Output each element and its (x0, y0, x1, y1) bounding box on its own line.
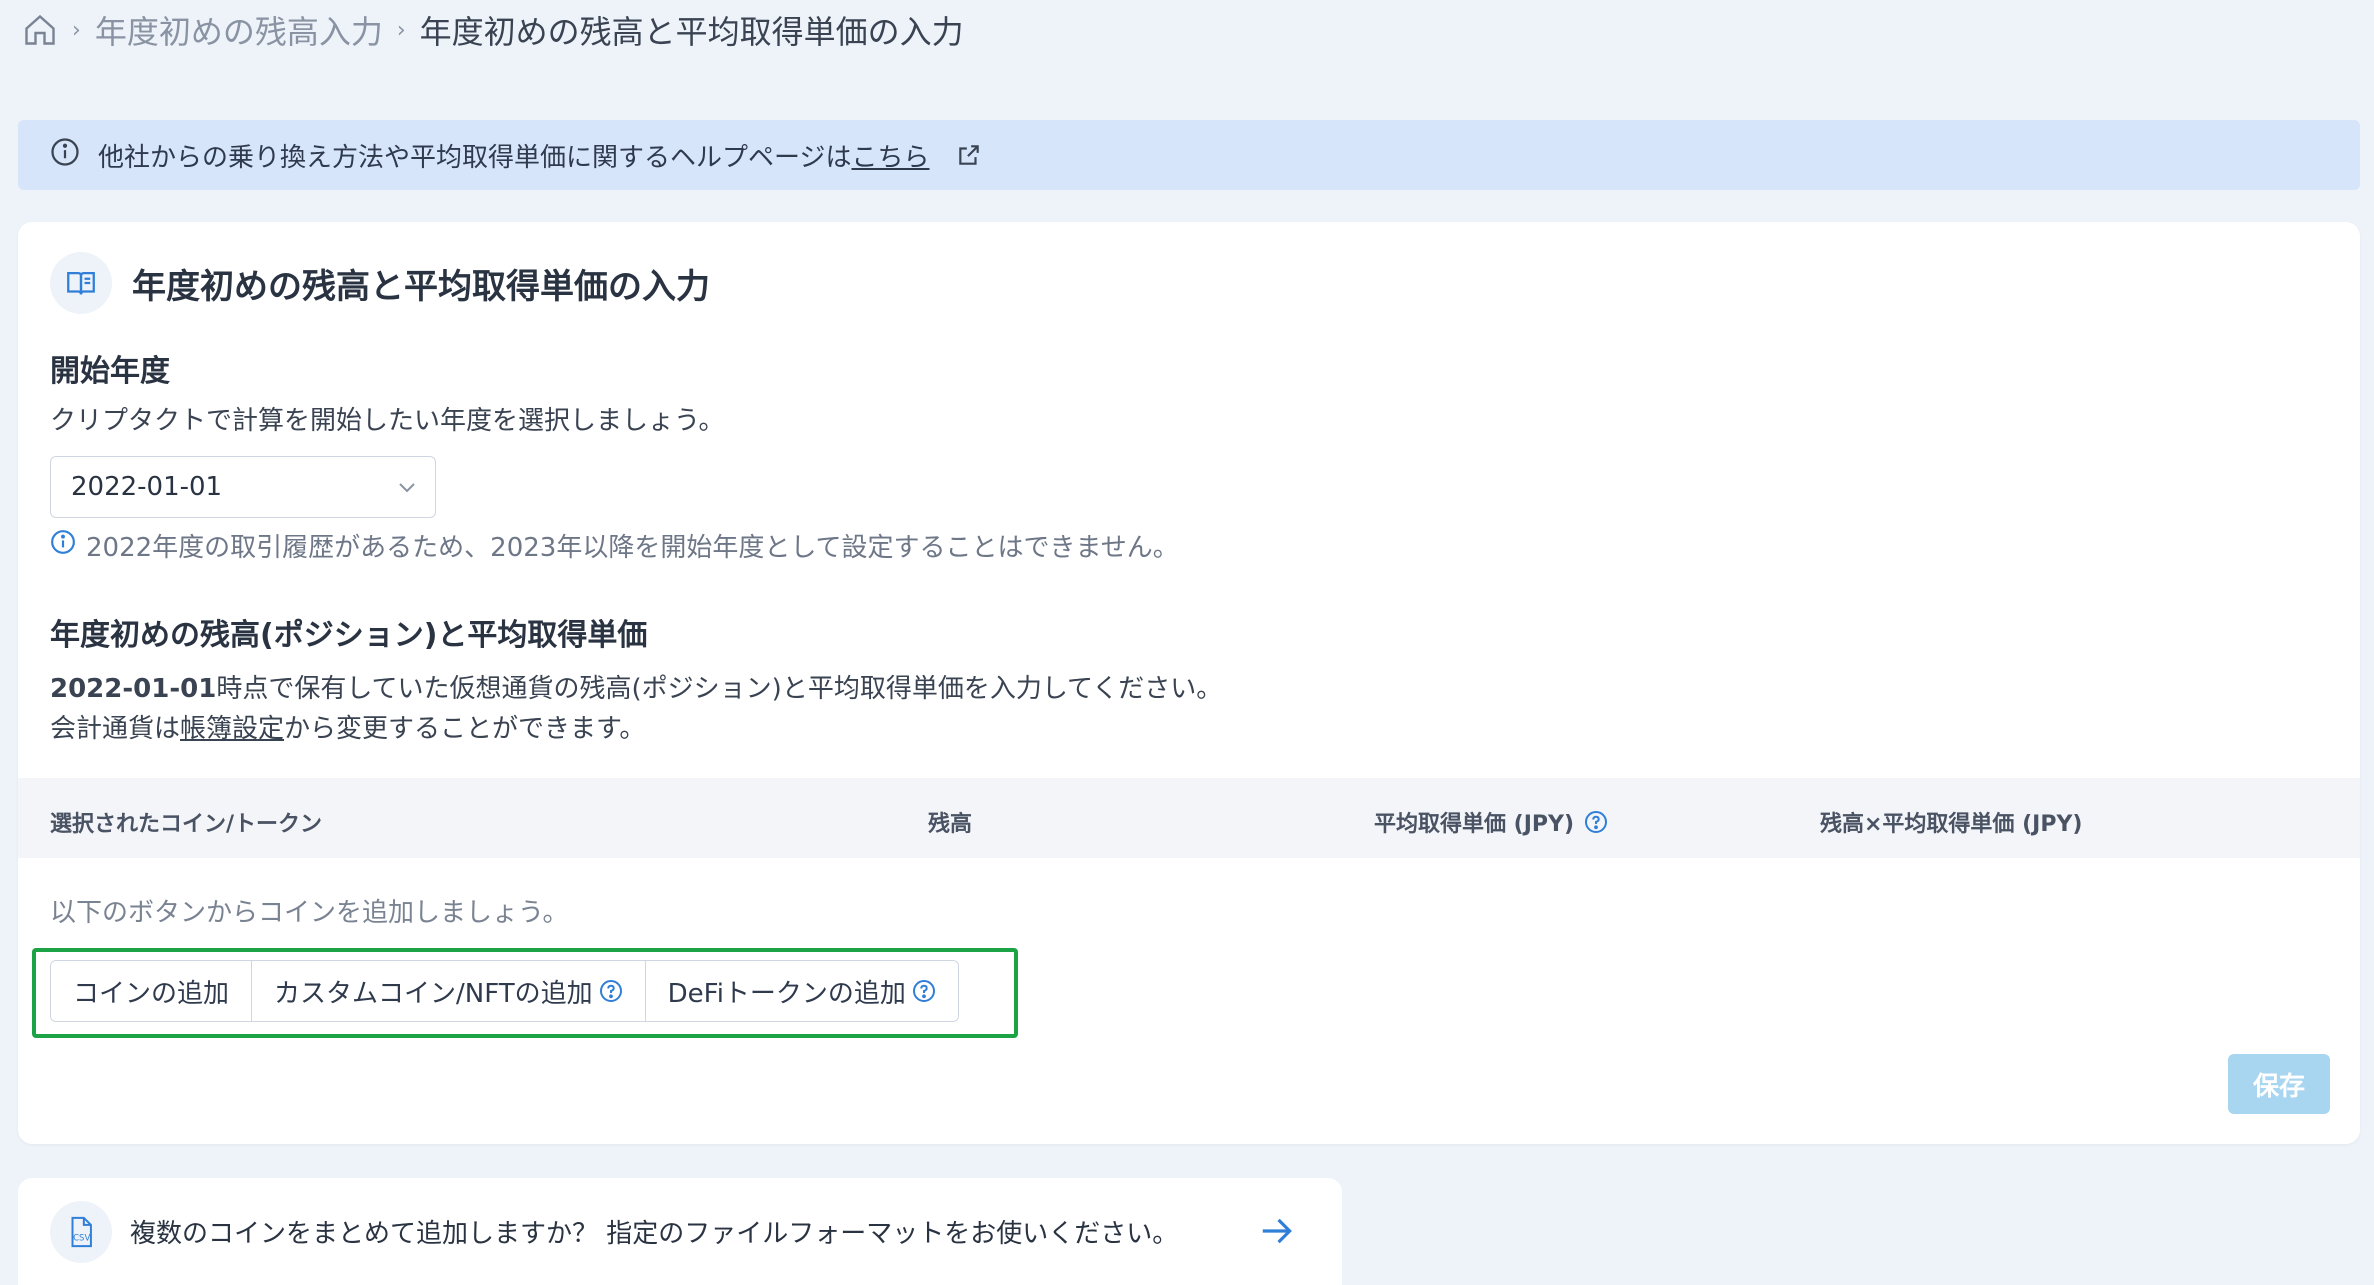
breadcrumb-item[interactable]: 年度初めの残高入力 (95, 7, 383, 53)
add-coin-label: コインの追加 (73, 978, 230, 1009)
csv-import-text: 複数のコインをまとめて追加しますか？ 指定のファイルフォーマットをお使いください… (130, 1219, 1179, 1249)
empty-table-message: 以下のボタンからコインを追加しましょう。 (50, 898, 569, 928)
ledger-settings-link[interactable]: 帳簿設定 (180, 714, 284, 744)
chevron-down-icon (395, 475, 419, 499)
book-icon (50, 252, 112, 314)
help-banner: 他社からの乗り換え方法や平均取得単価に関するヘルプページはこちら (18, 120, 2360, 190)
info-icon (50, 529, 76, 562)
home-icon[interactable] (22, 12, 58, 48)
chevron-right-icon: › (72, 17, 81, 43)
add-custom-coin-button[interactable]: カスタムコイン/NFTの追加 (252, 961, 646, 1021)
start-year-heading: 開始年度 (50, 354, 170, 389)
add-custom-coin-label: カスタムコイン/NFTの追加 (274, 978, 593, 1009)
arrow-right-icon[interactable] (1258, 1212, 1296, 1250)
col-total-header: 残高×平均取得単価 (JPY) (1820, 812, 2083, 837)
col-avg-price-header: 平均取得単価 (JPY) (1374, 806, 1608, 838)
currency-note-prefix: 会計通貨は (50, 714, 181, 744)
currency-note-suffix: から変更することができます。 (284, 714, 646, 744)
help-link[interactable]: こちら (851, 143, 929, 173)
positions-description-text: 時点で保有していた仮想通貨の残高(ポジション)と平均取得単価を入力してください。 (216, 674, 1223, 704)
balance-card: 年度初めの残高と平均取得単価の入力 開始年度 クリプタクトで計算を開始したい年度… (18, 222, 2360, 1144)
help-banner-message: 他社からの乗り換え方法や平均取得単価に関するヘルプページは (98, 142, 852, 173)
positions-heading: 年度初めの残高(ポジション)と平均取得単価 (50, 618, 648, 653)
csv-badge-label: CSV (73, 1233, 90, 1243)
help-banner-text: 他社からの乗り換え方法や平均取得単価に関するヘルプページはこちら (98, 137, 930, 174)
help-circle-icon[interactable] (599, 979, 623, 1003)
card-header: 年度初めの残高と平均取得単価の入力 (50, 252, 710, 314)
start-year-description: クリプタクトで計算を開始したい年度を選択しましょう。 (50, 406, 725, 436)
col-balance-header: 残高 (928, 812, 973, 837)
breadcrumb-current: 年度初めの残高と平均取得単価の入力 (419, 13, 964, 51)
start-year-note-text: 2022年度の取引履歴があるため、2023年以降を開始年度として設定することはで… (86, 533, 1179, 563)
start-year-select[interactable]: 2022-01-01 (50, 456, 436, 518)
save-button[interactable]: 保存 (2228, 1054, 2330, 1114)
add-defi-token-button[interactable]: DeFiトークンの追加 (645, 961, 958, 1021)
csv-file-icon: CSV (50, 1200, 112, 1263)
add-defi-token-label: DeFiトークンの追加 (667, 978, 906, 1009)
breadcrumb: › 年度初めの残高入力 › 年度初めの残高と平均取得単価の入力 (22, 6, 964, 54)
positions-description: 2022-01-01時点で保有していた仮想通貨の残高(ポジション)と平均取得単価… (50, 668, 1222, 705)
start-year-note: 2022年度の取引履歴があるため、2023年以降を開始年度として設定することはで… (50, 527, 1179, 564)
currency-note: 会計通貨は帳簿設定から変更することができます。 (50, 708, 645, 745)
card-title: 年度初めの残高と平均取得単価の入力 (132, 266, 710, 307)
help-circle-icon[interactable] (912, 979, 936, 1003)
start-year-value: 2022-01-01 (71, 472, 223, 502)
help-circle-icon[interactable] (1584, 810, 1608, 834)
col-coin-header: 選択されたコイン/トークン (50, 812, 323, 837)
csv-import-card[interactable]: CSV 複数のコインをまとめて追加しますか？ 指定のファイルフォーマットをお使い… (18, 1178, 1342, 1285)
positions-date: 2022-01-01 (50, 674, 217, 704)
add-coin-button[interactable]: コインの追加 (51, 961, 253, 1021)
table-header: 選択されたコイン/トークン 残高 平均取得単価 (JPY) 残高×平均取得単価 … (18, 778, 2360, 858)
chevron-right-icon: › (396, 17, 406, 43)
add-button-group: コインの追加 カスタムコイン/NFTの追加 DeFiトークンの追加 (50, 960, 959, 1022)
info-icon (50, 137, 80, 174)
col-avg-price-label: 平均取得単価 (JPY) (1374, 812, 1575, 837)
external-link-icon[interactable] (956, 142, 982, 168)
